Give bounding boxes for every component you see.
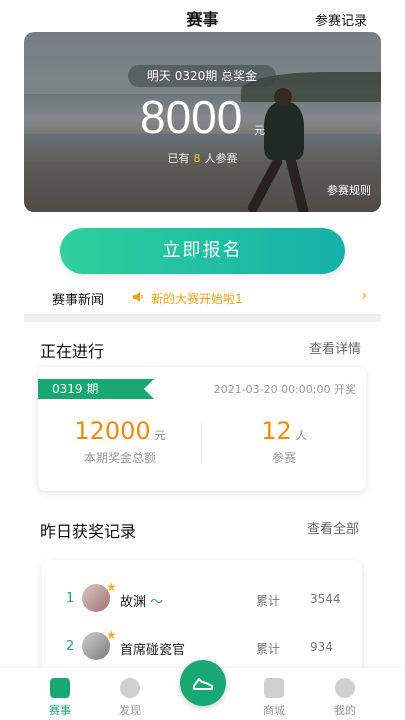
prize-total-unit: 元 [154, 429, 166, 442]
joined-count: 8 [193, 152, 201, 165]
rules-link[interactable]: 参赛规则 [327, 182, 371, 198]
prize-caption: 本期奖金总额 [83, 451, 156, 465]
tab-profile[interactable]: 我的 [315, 678, 375, 718]
tab-shop[interactable]: 商城 [244, 678, 304, 718]
discover-icon [120, 678, 140, 698]
hero-banner[interactable]: 明天 0320期 总奖金 8000 元 已有 8 人参赛 参赛规则 [24, 32, 381, 212]
joined-suffix: 人参赛 [204, 152, 238, 165]
tab-events[interactable]: 赛事 [30, 678, 90, 718]
crown-icon: ★ [106, 580, 117, 594]
ongoing-title: 正在进行 [40, 342, 105, 361]
winner-value: 934 [310, 640, 333, 654]
winner-value: 3544 [310, 592, 341, 606]
tab-discover[interactable]: 发现 [100, 678, 160, 718]
winner-name: 首席碰瓷官 [120, 643, 186, 658]
joined-text: 已有 8 人参赛 [24, 150, 381, 166]
winners-more-link[interactable]: 查看全部 [307, 518, 359, 537]
records-link[interactable]: 参赛记录 [315, 10, 367, 29]
winner-rank: 2 [66, 639, 75, 654]
winner-label: 累计 [256, 642, 281, 656]
participants-column: 12 人 参赛 [202, 417, 366, 466]
winner-row[interactable]: 1 ★ 故渊 〜 累计 3544 [42, 580, 362, 616]
news-bar[interactable]: 赛事新闻 新的大赛开始啦1 › [0, 287, 405, 309]
prize-amount: 8000 [140, 91, 243, 143]
trophy-icon [50, 678, 70, 698]
run-start-button[interactable] [180, 660, 226, 706]
chevron-right-icon[interactable]: › [361, 288, 367, 304]
winner-name: 故渊 〜 [120, 595, 164, 610]
crown-icon: ★ [106, 628, 117, 642]
draw-time: 2021-03-20 00:00:00 开奖 [213, 383, 356, 396]
wave-icon: 〜 [150, 595, 164, 610]
participants-count: 12 [261, 417, 292, 445]
winner-rank: 1 [66, 591, 75, 606]
speaker-icon [133, 292, 143, 302]
news-text: 新的大赛开始啦1 [151, 292, 243, 306]
section-divider [24, 314, 381, 322]
signup-button[interactable]: 立即报名 [60, 228, 345, 274]
tab-label: 发现 [119, 704, 141, 717]
tab-label: 我的 [334, 704, 356, 717]
participants-caption: 参赛 [271, 451, 296, 465]
prize-unit: 元 [254, 124, 265, 137]
shoe-icon [193, 678, 213, 690]
tab-label: 商城 [263, 704, 285, 717]
participants-unit: 人 [295, 429, 307, 442]
news-label: 赛事新闻 [52, 293, 105, 308]
prize-column: 12000 元 本期奖金总额 [38, 417, 202, 466]
ongoing-card[interactable]: 0319 期 2021-03-20 00:00:00 开奖 12000 元 本期奖… [38, 367, 366, 491]
shop-icon [264, 678, 284, 698]
period-badge: 0319 期 [38, 379, 144, 399]
winners-title: 昨日获奖记录 [40, 522, 137, 541]
prize-pill: 明天 0320期 总奖金 [128, 65, 276, 87]
header: 赛事 参赛记录 [0, 0, 405, 34]
profile-icon [335, 678, 355, 698]
period-badge-tail [144, 379, 154, 399]
joined-prefix: 已有 [167, 152, 190, 165]
winner-label: 累计 [256, 594, 281, 608]
tab-label: 赛事 [49, 704, 71, 717]
prize-total: 12000 [74, 417, 151, 445]
ongoing-more-link[interactable]: 查看详情 [309, 338, 361, 357]
